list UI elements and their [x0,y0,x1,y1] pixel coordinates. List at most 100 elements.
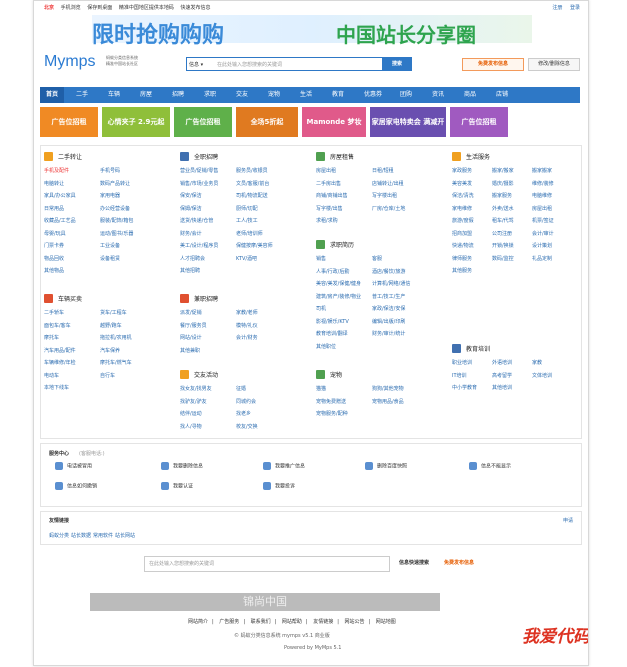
site-logo[interactable]: Mymps [44,53,96,71]
category-link[interactable]: 汽车用品/配件 [44,347,76,354]
category-link[interactable]: 自行车 [100,372,115,379]
category-link[interactable]: 服务员/收银员 [236,167,268,174]
friend-link[interactable]: 站长数据 [71,532,91,539]
footer-link[interactable]: 广告服务 [219,619,239,625]
category-link[interactable]: 外语培训 [492,359,512,366]
friend-links-apply[interactable]: 申请 [563,517,573,524]
category-link[interactable]: 餐厅/服务员 [180,322,207,329]
category-link[interactable]: 宠物服务/配种 [316,410,348,417]
category-link[interactable]: 中小学教育 [452,384,477,391]
category-link[interactable]: 店铺转让/出租 [372,180,404,187]
category-link[interactable]: 编辑/出版/印刷 [372,318,405,325]
nav-item[interactable]: 优惠券 [364,87,382,103]
category-link[interactable]: 母婴/玩具 [44,230,66,237]
category-link[interactable]: 家政/保洁/安保 [372,305,405,312]
bottom-search-input[interactable]: 在此处输入您想搜索的关键词 [144,556,390,572]
category-link[interactable]: 租车/代驾 [492,217,514,224]
category-link[interactable]: 送货/快递/仓管 [180,217,213,224]
nav-item[interactable]: 宠物 [268,87,280,103]
category-link[interactable]: 美容/美发/保健/健身 [316,280,361,287]
category-link[interactable]: 本地下线车 [44,384,69,391]
category-link[interactable]: 服装/配饰/箱包 [100,217,133,224]
category-link[interactable]: 房屋出租 [316,167,336,174]
category-link[interactable]: 文体培训 [532,372,552,379]
category-link[interactable]: 销售/市场/业务员 [180,180,218,187]
nav-item-home[interactable]: 首页 [40,87,65,103]
category-link[interactable]: 搬家/搬家 [492,167,514,174]
category-link[interactable]: 家具/办公家具 [44,192,76,199]
search-button[interactable]: 搜索 [382,57,412,71]
service-item[interactable]: 信息不能显示 [469,462,511,470]
category-link[interactable]: 商铺/商铺出售 [316,192,348,199]
category-link[interactable]: 外卖/送水 [492,205,514,212]
topbar-link-post[interactable]: 快速发布信息 [180,5,210,11]
service-item[interactable]: 我要投诉 [263,482,295,490]
category-link[interactable]: 保姆/保洁 [180,205,202,212]
category-link[interactable]: 汽车保养 [100,347,120,354]
category-link[interactable]: 其他职位 [316,343,336,350]
top-banner[interactable]: 限时抢购购购 中国站长分享圈 [92,15,532,48]
category-link[interactable]: 设备租赁 [100,255,120,262]
category-link[interactable]: 普工/技工/生产 [372,293,405,300]
ad-slot[interactable]: Mamonde 梦妆 [302,107,366,137]
city-selector[interactable]: 北京 [44,5,54,11]
category-link[interactable]: 会计/审计 [532,230,554,237]
category-link[interactable]: 找人/寻物 [180,423,202,430]
category-link[interactable]: 影视/娱乐/KTV [316,318,349,325]
category-link[interactable]: 财务/会计 [180,230,202,237]
category-link[interactable]: 其他兼职 [180,347,200,354]
category-link[interactable]: 老师/培训师 [236,230,263,237]
category-link[interactable]: 机票/签证 [532,217,554,224]
topbar-link-region[interactable]: 精准中国地区提供本地码 [119,5,174,11]
category-link[interactable]: 结伴/运动 [180,410,202,417]
category-link[interactable]: 物品回收 [44,255,64,262]
nav-item[interactable]: 资讯 [432,87,444,103]
ad-slot[interactable]: 广告位招租 [40,107,98,137]
category-link[interactable]: 招商加盟 [452,230,472,237]
category-link[interactable]: 其他招聘 [180,267,200,274]
category-link[interactable]: 摩托车 [44,334,59,341]
category-link[interactable]: 家电维修 [452,205,472,212]
category-link[interactable]: 狗狗/其他宠物 [372,385,404,392]
bottom-search-button[interactable]: 信息快速搜索 [399,559,429,566]
category-link[interactable]: 派发/促销 [180,309,202,316]
category-link[interactable]: 日常用品 [44,205,64,212]
footer-link[interactable]: 网站简介 [188,619,208,625]
category-link[interactable]: 越野/跑车 [100,322,122,329]
footer-powered-by[interactable]: Powered by MyMps 5.1 [284,645,341,651]
category-link[interactable]: 保洁/清洗 [452,192,474,199]
category-link[interactable]: 面包车/客车 [44,322,71,329]
category-link[interactable]: 人事/行政/后勤 [316,268,349,275]
category-link[interactable]: 网站/设计 [180,334,202,341]
category-link[interactable]: 保健按摩/美容师 [236,242,273,249]
category-link[interactable]: 门票卡券 [44,242,64,249]
footer-link[interactable]: 网站帮助 [282,619,302,625]
ad-slot[interactable]: 家居家电特卖会 满减开场 [370,107,446,156]
category-link[interactable]: 开锁/换锁 [492,242,514,249]
category-link[interactable]: 电动车 [44,372,59,379]
category-link[interactable]: 厨师/切配 [236,205,258,212]
category-link[interactable]: 办公经营设备 [100,205,130,212]
register-link[interactable]: 注册 [552,5,562,11]
category-link[interactable]: 宠物用品/食品 [372,398,404,405]
friend-link[interactable]: 站长网站 [115,532,135,539]
category-link[interactable]: 电脑维修 [532,192,552,199]
category-link[interactable]: 找驴友/驴友 [180,398,207,405]
service-item[interactable]: 删除百度快照 [365,462,407,470]
category-link[interactable]: 教育培训/翻译 [316,330,348,337]
category-link[interactable]: 旅游/度假 [452,217,474,224]
category-link[interactable]: 找女友/找男友 [180,385,212,392]
nav-item[interactable]: 交友 [236,87,248,103]
ad-slot[interactable]: 心情夹子 2.9元起 [102,107,170,137]
category-link[interactable]: 家教 [532,359,542,366]
category-link[interactable]: 宠物免费赠送 [316,398,346,405]
service-item[interactable]: 我要推广信息 [263,462,305,470]
category-link[interactable]: 司机/物流配送 [236,192,268,199]
category-link[interactable]: 模特/礼仪 [236,322,258,329]
nav-item[interactable]: 店铺 [496,87,508,103]
category-link[interactable]: 快递/物流 [452,242,474,249]
footer-link[interactable]: 网站公告 [344,619,364,625]
category-link[interactable]: 计算机/网络/通信 [372,280,410,287]
category-link[interactable]: 收藏品/工艺品 [44,217,76,224]
category-link[interactable]: 维修/装修 [532,180,554,187]
